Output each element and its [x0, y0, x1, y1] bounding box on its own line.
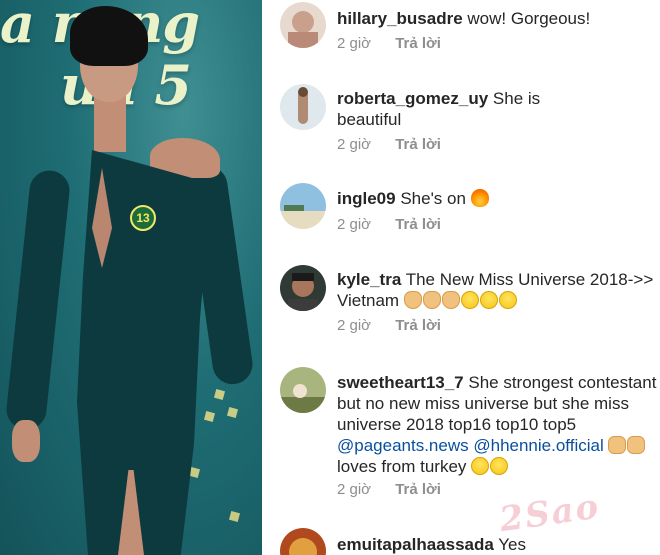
- comment-text: roberta_gomez_uy She is beautiful: [337, 89, 541, 129]
- comment-meta: 2 giờ Trả lời: [337, 136, 441, 153]
- avatar-image: [280, 367, 326, 413]
- avatar-image: [280, 84, 326, 130]
- comment-text: kyle_tra The New Miss Universe 2018->> V…: [337, 270, 654, 310]
- comment-meta: 2 giờ Trả lời: [337, 481, 441, 498]
- avatar-image: [280, 265, 326, 311]
- comment-text: sweetheart13_7 She strongest contestant …: [337, 373, 657, 476]
- mention-link[interactable]: @hhennie.official: [473, 436, 603, 455]
- clapping-hands-icon: [422, 291, 441, 309]
- confetti-square: [226, 406, 239, 419]
- grinning-face-icon: [479, 291, 498, 309]
- contestant-number-badge: 13: [130, 205, 156, 231]
- comment-username[interactable]: emuitapalhaassada: [337, 535, 494, 554]
- comment-meta: 2 giờ Trả lời: [337, 317, 441, 334]
- photo-panel: a nang ưu 5 13: [0, 0, 262, 555]
- avatar-image: [280, 528, 326, 555]
- avatar[interactable]: [280, 265, 326, 311]
- comment-timestamp: 2 giờ: [337, 216, 372, 233]
- reply-button[interactable]: Trả lời: [395, 35, 441, 52]
- confetti-square: [203, 410, 216, 423]
- thumbs-up-icon: [627, 436, 646, 454]
- comment-meta: 2 giờ Trả lời: [337, 35, 441, 52]
- comment-username[interactable]: ingle09: [337, 189, 396, 208]
- grinning-face-icon: [490, 457, 509, 475]
- fire-icon: [470, 189, 489, 207]
- comment-meta: 2 giờ Trả lời: [337, 216, 441, 233]
- avatar[interactable]: [280, 528, 326, 555]
- grinning-face-icon: [460, 291, 479, 309]
- model-hand: [12, 420, 40, 462]
- comment-timestamp: 2 giờ: [337, 136, 372, 153]
- comment-timestamp: 2 giờ: [337, 35, 372, 52]
- reply-button[interactable]: Trả lời: [395, 481, 441, 498]
- confetti-square: [228, 510, 241, 523]
- comment-username[interactable]: roberta_gomez_uy: [337, 89, 488, 108]
- comment-text: hillary_busadre wow! Gorgeous!: [337, 9, 591, 28]
- avatar-image: [280, 183, 326, 229]
- grinning-face-icon: [498, 291, 517, 309]
- clapping-hands-icon: [441, 291, 460, 309]
- avatar-image: [280, 2, 326, 48]
- avatar[interactable]: [280, 183, 326, 229]
- mention-link[interactable]: @pageants.news: [337, 436, 469, 455]
- comment-username[interactable]: kyle_tra: [337, 270, 401, 289]
- comment-timestamp: 2 giờ: [337, 317, 372, 334]
- comment-text: ingle09 She's on: [337, 188, 657, 209]
- reply-button[interactable]: Trả lời: [395, 317, 441, 334]
- clapping-hands-icon: [403, 291, 422, 309]
- avatar[interactable]: [280, 2, 326, 48]
- confetti-square: [213, 388, 226, 401]
- thumbs-up-icon: [608, 436, 627, 454]
- reply-button[interactable]: Trả lời: [395, 216, 441, 233]
- model-left-arm: [4, 168, 72, 432]
- reply-button[interactable]: Trả lời: [395, 136, 441, 153]
- avatar[interactable]: [280, 84, 326, 130]
- comment-text: emuitapalhaassada Yes: [337, 535, 527, 554]
- comments-list[interactable]: hillary_busadre wow! Gorgeous! 2 giờ Trả…: [270, 0, 660, 555]
- comment-username[interactable]: sweetheart13_7: [337, 373, 464, 392]
- comment-timestamp: 2 giờ: [337, 481, 372, 498]
- grinning-face-icon: [471, 457, 490, 475]
- comment-username[interactable]: hillary_busadre: [337, 9, 463, 28]
- avatar[interactable]: [280, 367, 326, 413]
